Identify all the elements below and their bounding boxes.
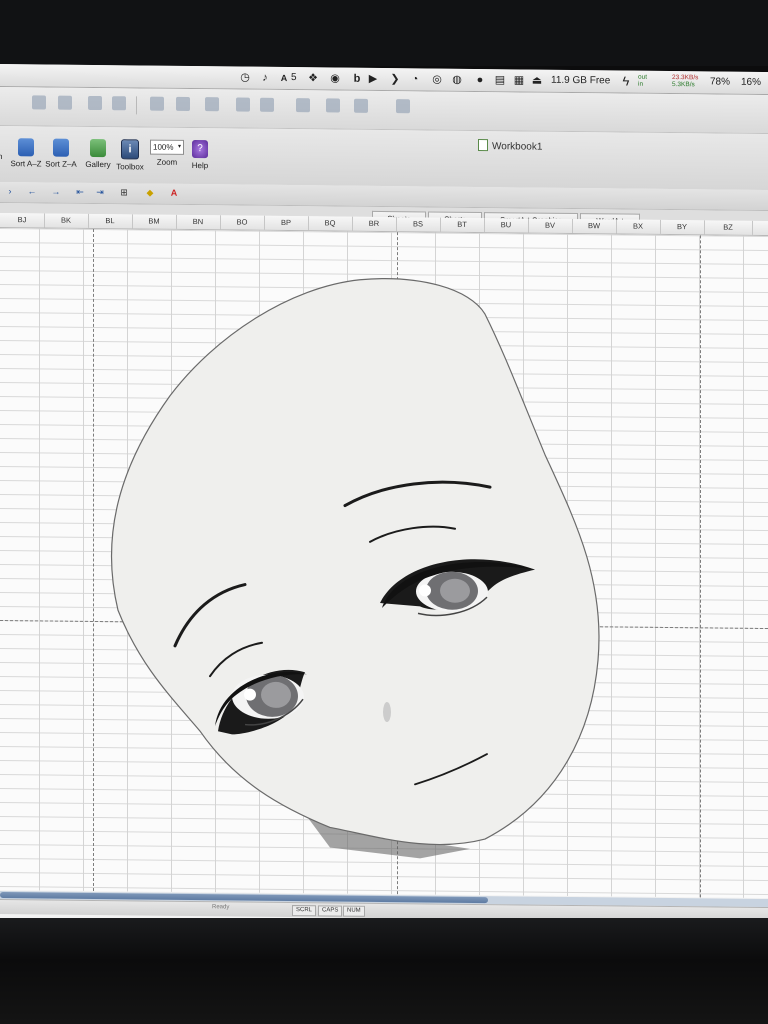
caps-lock-indicator: CAPS [318,905,343,917]
monitor-bezel-top [0,0,768,66]
nose-shadow [383,702,391,723]
screen: ◷ ♪ A 5 ❖ ◉ b ▶ ❯ ◔ ◎ ◍ ● ▤ ▦ ⏏ 11.9 GB … [0,64,768,929]
status-mode: Ready [212,904,230,911]
head-shape[interactable] [110,276,600,846]
scroll-lock-indicator: SCRL [292,905,317,917]
num-lock-indicator: NUM [343,905,365,917]
face-drawing[interactable] [0,64,768,928]
monitor-bezel-bottom [0,918,768,1024]
